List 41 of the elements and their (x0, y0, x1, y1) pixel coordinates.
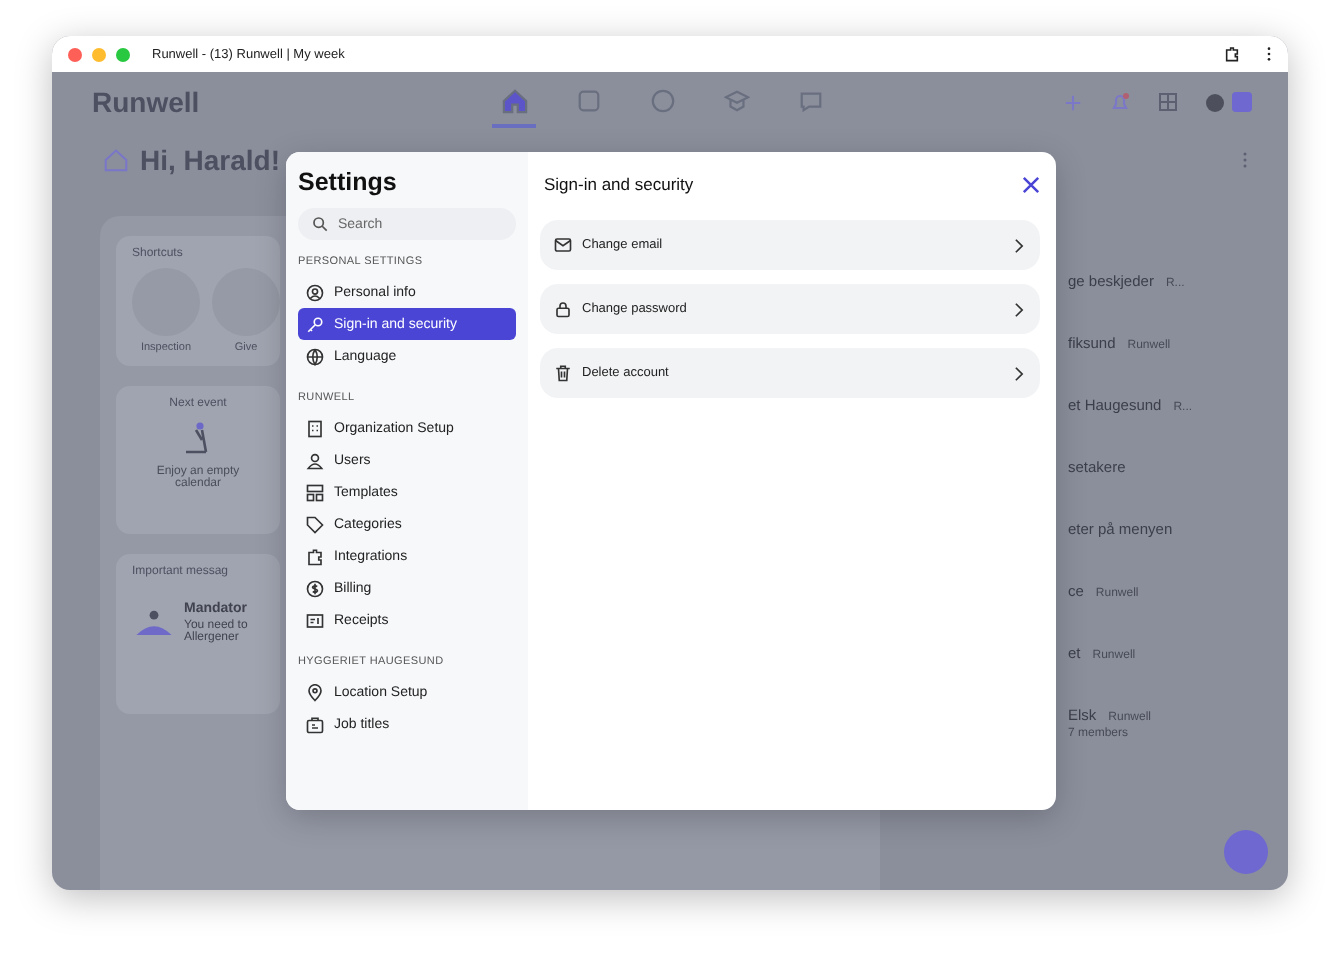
puzzle-icon (306, 547, 324, 565)
more-icon[interactable] (1266, 46, 1272, 62)
puzzle-icon[interactable] (1224, 46, 1240, 62)
trash-icon (554, 364, 572, 382)
chevron-icon (1014, 365, 1024, 381)
globe-icon (306, 347, 324, 365)
plus-icon[interactable] (1064, 93, 1082, 111)
receipt-icon (306, 611, 324, 629)
avatar-circle[interactable] (1206, 93, 1224, 111)
users-icon (306, 451, 324, 469)
dialog-title: Settings (298, 168, 399, 196)
tag-icon (306, 515, 324, 533)
dollar-icon (306, 579, 324, 597)
minimize-window-button[interactable] (92, 47, 106, 61)
workspace-square[interactable] (1232, 92, 1252, 112)
person-drawing (132, 607, 176, 639)
id-badge-icon (306, 715, 324, 733)
user-circle-icon (306, 283, 324, 301)
checkbox-icon (575, 87, 601, 113)
home-icon (501, 87, 527, 113)
close-window-button[interactable] (68, 47, 82, 61)
chat-icon (797, 87, 823, 113)
maximize-window-button[interactable] (116, 47, 130, 61)
key-icon (306, 315, 324, 333)
search-icon (312, 216, 328, 232)
graduation-cap-icon (723, 87, 749, 113)
close-icon[interactable] (1022, 175, 1040, 193)
chevron-icon (1014, 237, 1024, 253)
layout-icon (306, 483, 324, 501)
bell-icon[interactable] (1110, 92, 1130, 112)
shortcut-circle[interactable] (212, 268, 280, 336)
panel-title: Sign-in and security (544, 174, 694, 194)
chat-button[interactable] (1224, 830, 1268, 874)
lock-icon (554, 300, 572, 318)
chevron-icon (1014, 301, 1024, 317)
building-icon (306, 419, 324, 437)
mail-icon (554, 236, 572, 254)
home-icon (104, 148, 128, 172)
greeting: Hi, Harald! (140, 144, 283, 176)
grid-icon[interactable] (1158, 92, 1178, 112)
location-pin-icon (306, 683, 324, 701)
